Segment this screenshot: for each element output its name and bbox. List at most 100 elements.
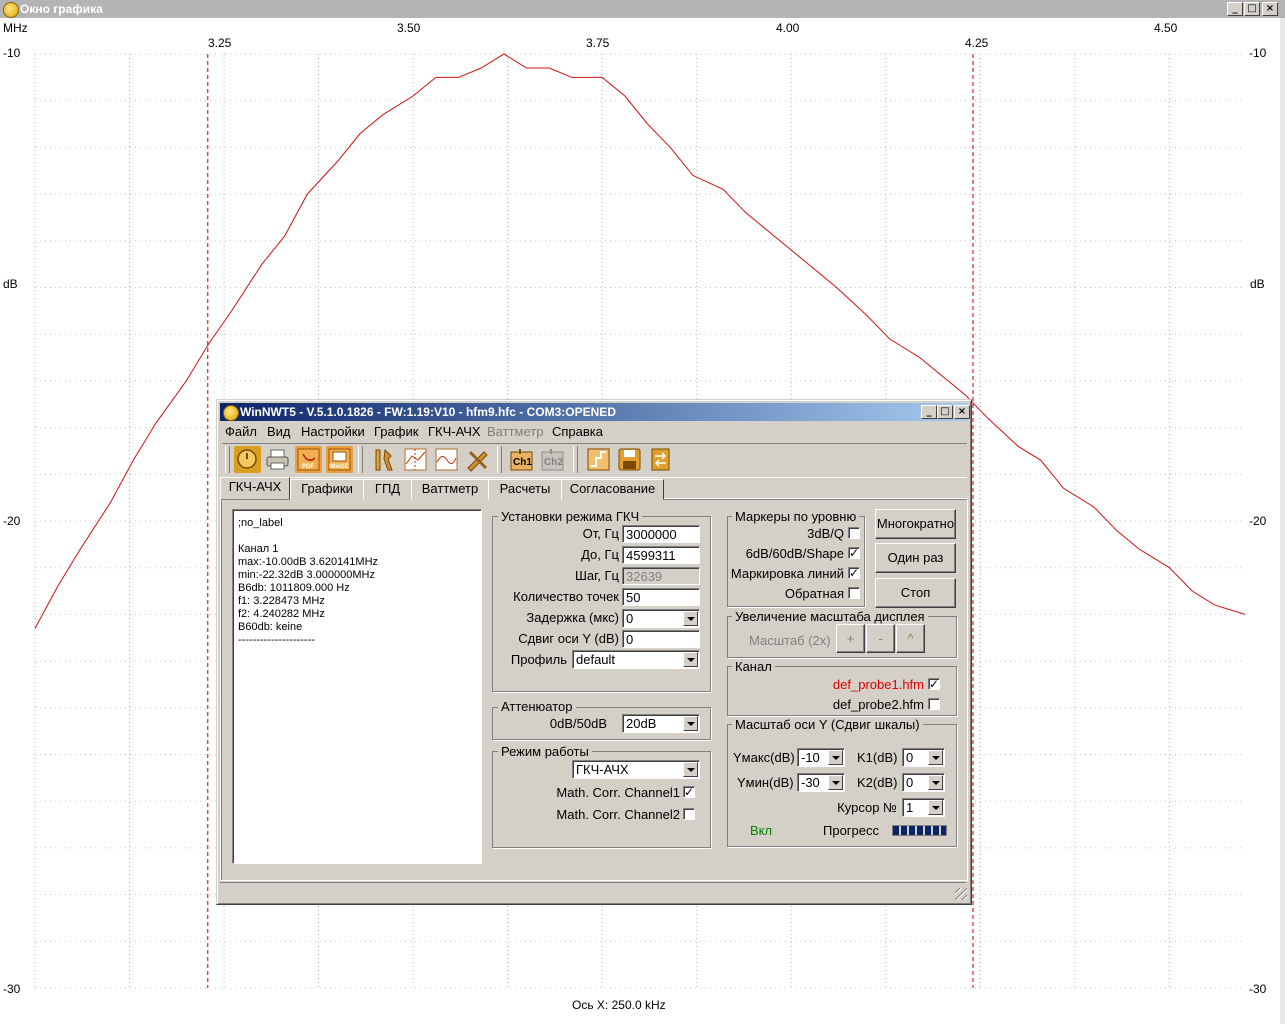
x-axis-info: Ось X: 250.0 kHz (572, 998, 666, 1012)
toolbar-separator (573, 446, 578, 473)
lines-label: Маркировка линий (730, 566, 844, 581)
from-input[interactable]: 3000000 (622, 525, 700, 543)
k2-value: 0 (906, 775, 914, 790)
k2-label: K2(dB) (857, 775, 898, 790)
sweep-icon[interactable] (585, 446, 612, 473)
image-icon[interactable]: IMAGE (326, 446, 353, 473)
tab-matching[interactable]: Согласование (561, 479, 664, 500)
step-input[interactable]: 32639 (622, 567, 700, 585)
q3db-checkbox[interactable] (848, 527, 860, 539)
chevron-down-icon[interactable] (683, 652, 698, 667)
zoom-minus-button[interactable]: - (866, 624, 895, 653)
ymax-select[interactable]: -10 (797, 748, 845, 767)
tab-wattmeter[interactable]: Ваттметр (411, 479, 489, 500)
menu-settings[interactable]: Настройки (301, 424, 365, 439)
maximize-icon[interactable]: □ (1244, 2, 1260, 16)
mode-select[interactable]: ГКЧ-АЧХ (572, 760, 700, 779)
menu-help[interactable]: Справка (552, 424, 603, 439)
corr2-checkbox[interactable] (683, 808, 695, 820)
curve-icon[interactable] (433, 446, 460, 473)
probe1-checkbox[interactable]: ✓ (928, 678, 940, 690)
zoom-plus-button[interactable]: + (836, 624, 865, 653)
chevron-down-icon[interactable] (683, 611, 698, 626)
reverse-checkbox[interactable] (848, 587, 860, 599)
probe2-label: def_probe2.hfm (832, 697, 924, 712)
zoom-up-button[interactable]: ^ (896, 624, 925, 653)
delay-select[interactable]: 0 (622, 609, 700, 628)
y-tick-left: -10 (3, 46, 21, 60)
ch1-icon[interactable]: Ch1 (508, 446, 535, 473)
tab-graphs[interactable]: Графики (290, 479, 364, 500)
k1-select[interactable]: 0 (902, 748, 945, 767)
top-tick-label: 4.00 (776, 21, 800, 35)
minimize-icon[interactable]: _ (921, 405, 937, 419)
close-icon[interactable]: × (954, 405, 970, 419)
chevron-down-icon[interactable] (828, 750, 843, 765)
chevron-down-icon[interactable] (928, 800, 943, 815)
minimize-icon[interactable]: _ (1227, 2, 1243, 16)
tab-vfo[interactable]: ГПД (363, 479, 412, 500)
cursor-select[interactable]: 1 (902, 798, 945, 817)
bottom-tick-label: 4.25 (965, 36, 989, 50)
menu-graph[interactable]: График (374, 424, 418, 439)
markers-title: Маркеры по уровню (732, 509, 860, 524)
power-icon[interactable] (234, 446, 261, 473)
graph-icon[interactable] (402, 446, 429, 473)
to-input[interactable]: 4599311 (622, 546, 700, 564)
cursor-value: 1 (906, 800, 914, 815)
sweep-settings-title: Установки режима ГКЧ (498, 509, 643, 524)
resize-grip-icon[interactable] (955, 888, 967, 900)
attenuator-value: 20dB (626, 716, 657, 731)
chevron-down-icon[interactable] (683, 762, 698, 777)
scale-label: Масштаб (2x) (749, 633, 831, 648)
chevron-down-icon[interactable] (828, 775, 843, 790)
once-button[interactable]: Один раз (875, 543, 956, 573)
menu-wattmeter[interactable]: Ваттметр (487, 424, 543, 439)
yscale-title: Масштаб оси Y (Сдвиг шкалы) (732, 717, 923, 732)
probe2-checkbox[interactable] (928, 698, 940, 710)
profile-value: default (576, 652, 616, 667)
bottom-tick-label: 3.75 (586, 36, 610, 50)
multi-button[interactable]: Многократно (875, 509, 956, 539)
exchange-icon[interactable] (647, 446, 674, 473)
profile-select[interactable]: default (572, 650, 700, 669)
outer-window-title: Окно графика (20, 2, 103, 16)
attenuator-select[interactable]: 20dB (622, 714, 700, 733)
dialog-titlebar[interactable]: WinNWT5 - V.5.1.0.1826 - FW:1.19:V10 - h… (220, 403, 970, 421)
toolbar-grip[interactable] (225, 446, 230, 473)
save-icon[interactable] (616, 446, 643, 473)
corr2-label: Math. Corr. Channel2 (556, 807, 680, 822)
status-bar (220, 882, 966, 901)
corr1-checkbox[interactable]: ✓ (683, 786, 695, 798)
tools-icon[interactable] (464, 446, 491, 473)
stop-button[interactable]: Стоп (875, 578, 956, 608)
tab-calc[interactable]: Расчеты (488, 479, 562, 500)
close-icon[interactable]: × (1262, 2, 1278, 16)
reverse-label: Обратная (784, 586, 844, 601)
menu-file[interactable]: Файл (225, 424, 257, 439)
shape-checkbox[interactable]: ✓ (848, 547, 860, 559)
chevron-down-icon[interactable] (928, 750, 943, 765)
points-label: Количество точек (513, 589, 619, 604)
pdf-icon[interactable]: PDF (295, 446, 322, 473)
menu-sweep[interactable]: ГКЧ-АЧХ (428, 424, 481, 439)
menu-view[interactable]: Вид (267, 424, 291, 439)
tab-sweep[interactable]: ГКЧ-АЧХ (220, 477, 290, 499)
chevron-down-icon[interactable] (928, 775, 943, 790)
ymin-select[interactable]: -30 (797, 773, 845, 792)
shape-label: 6dB/60dB/Shape (745, 546, 844, 561)
points-input[interactable]: 50 (622, 588, 700, 606)
top-tick-label: 3.50 (397, 21, 421, 35)
results-memo[interactable]: ;no_label Канал 1 max:-10.00dB 3.620141M… (232, 509, 482, 864)
ymin-label: Yмин(dB) (737, 775, 794, 790)
chevron-down-icon[interactable] (683, 716, 698, 731)
toolbar-separator (358, 446, 363, 473)
step-label: Шаг, Гц (574, 568, 619, 583)
k2-select[interactable]: 0 (902, 773, 945, 792)
ch2-icon[interactable]: Ch2 (539, 446, 566, 473)
yshift-input[interactable]: 0 (622, 630, 700, 648)
maximize-icon[interactable]: □ (937, 405, 953, 419)
lines-checkbox[interactable]: ✓ (848, 567, 860, 579)
settings-icon[interactable] (370, 446, 397, 473)
print-icon[interactable] (264, 446, 291, 473)
